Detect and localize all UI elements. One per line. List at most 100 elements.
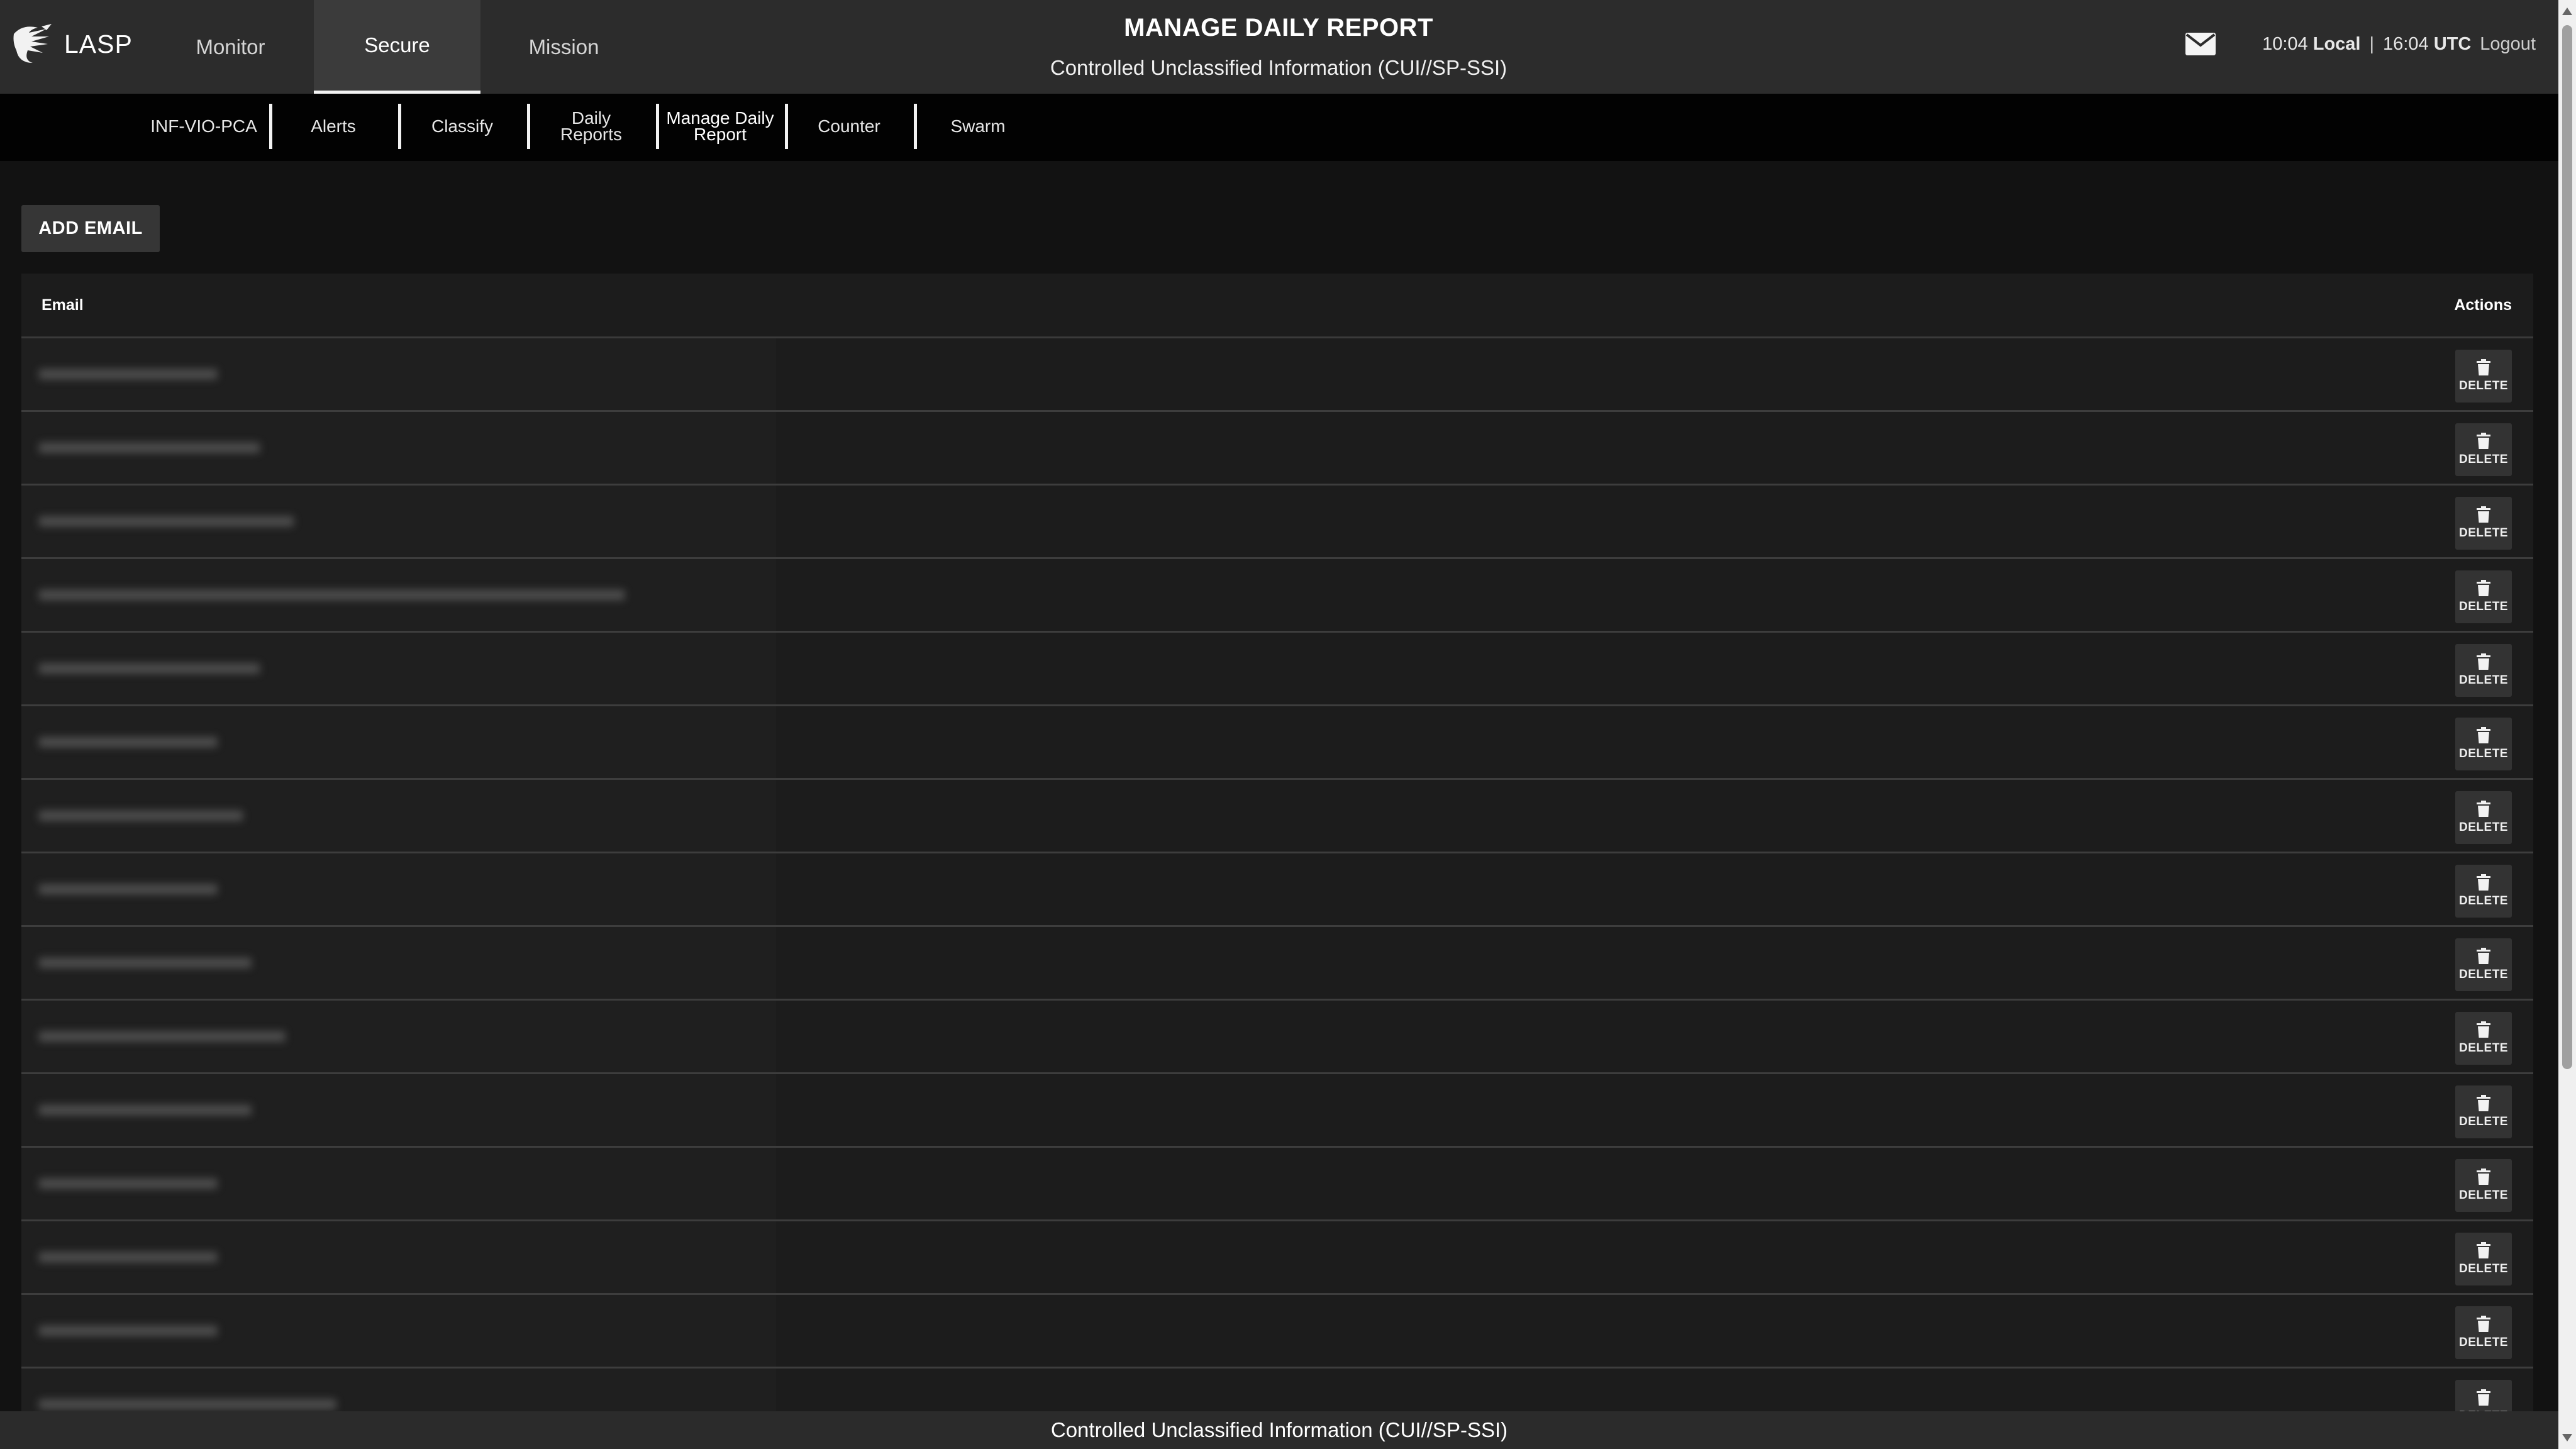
sub-nav: INF-VIO-PCA Alerts Classify Daily Report… — [0, 94, 2558, 161]
delete-label: DELETE — [2459, 674, 2508, 687]
trash-icon — [2477, 1095, 2490, 1111]
delete-button[interactable]: DELETE — [2455, 865, 2512, 918]
table-row: xxxxxxxxxxxxxxxxxxxxx DELETE — [21, 1221, 2533, 1295]
email-cell: xxxxxxxxxxxxxxxxxxxxxxxxxx — [39, 658, 260, 677]
subtab-classify[interactable]: Classify — [398, 104, 526, 149]
delete-button[interactable]: DELETE — [2455, 1012, 2512, 1065]
header-center: MANAGE DAILY REPORT Controlled Unclassif… — [912, 14, 1645, 80]
table-header: Email Actions — [21, 274, 2533, 338]
header-right: 10:04 Local | 16:04 UTC Logout — [2184, 31, 2536, 57]
email-cell: xxxxxxxxxxxxxxxxxxxxxxxxxxxxxxxxxxxxxxxx… — [39, 584, 625, 603]
delete-button[interactable]: DELETE — [2455, 497, 2512, 550]
email-cell: xxxxxxxxxxxxxxxxxxxxxxxxxxxxxxxxxxx — [39, 1394, 336, 1412]
table-body: xxxxxxxxxxxxxxxxxxxxx DELETE xxxxxxxxxxxxx… — [21, 338, 2533, 1412]
utc-time-display: 16:04 UTC — [2383, 34, 2471, 55]
app-name: LASP — [64, 29, 133, 58]
delete-label: DELETE — [2459, 1041, 2508, 1055]
email-cell: xxxxxxxxxxxxxxxxxxxxxxxxx — [39, 1099, 252, 1118]
delete-label: DELETE — [2459, 1336, 2508, 1349]
delete-button[interactable]: DELETE — [2455, 1159, 2512, 1212]
time-separator: | — [2369, 33, 2375, 54]
trash-icon — [2477, 948, 2490, 964]
table-row: xxxxxxxxxxxxxxxxxxxxxxxxxx DELETE — [21, 412, 2533, 486]
table-row: xxxxxxxxxxxxxxxxxxxxx DELETE — [21, 1148, 2533, 1221]
table-row: xxxxxxxxxxxxxxxxxxxxxxxxx DELETE — [21, 1074, 2533, 1148]
mail-icon[interactable] — [2184, 31, 2217, 57]
trash-icon — [2477, 433, 2490, 449]
table-row: xxxxxxxxxxxxxxxxxxxxxxxx DELETE — [21, 780, 2533, 853]
app-logo[interactable]: LASP — [10, 21, 133, 67]
email-cell: xxxxxxxxxxxxxxxxxxxxx — [39, 1320, 218, 1339]
tab-secure[interactable]: Secure — [314, 0, 480, 94]
table-row: xxxxxxxxxxxxxxxxxxxxx DELETE — [21, 706, 2533, 780]
delete-button[interactable]: DELETE — [2455, 1380, 2512, 1412]
email-cell: xxxxxxxxxxxxxxxxxxxxxxxx — [39, 805, 243, 824]
trash-icon — [2477, 580, 2490, 596]
email-cell: xxxxxxxxxxxxxxxxxxxxx — [39, 731, 218, 750]
table-row: xxxxxxxxxxxxxxxxxxxxxxxxxxxxxxxxxxxxxxxx… — [21, 559, 2533, 633]
table-row: xxxxxxxxxxxxxxxxxxxxxxxxxxxxx DELETE — [21, 1001, 2533, 1074]
page-title: MANAGE DAILY REPORT — [1124, 14, 1433, 42]
scrollbar-thumb[interactable] — [2562, 25, 2572, 1069]
local-label: Local — [2312, 33, 2361, 54]
delete-button[interactable]: DELETE — [2455, 791, 2512, 844]
subtab-alerts[interactable]: Alerts — [269, 104, 397, 149]
table-row: xxxxxxxxxxxxxxxxxxxxxxxxxx DELETE — [21, 633, 2533, 706]
local-time-display: 10:04 Local — [2262, 34, 2360, 55]
top-nav: Monitor Secure Mission — [147, 0, 647, 94]
page-scrollbar[interactable] — [2558, 0, 2576, 1449]
delete-button[interactable]: DELETE — [2455, 423, 2512, 476]
delete-label: DELETE — [2459, 453, 2508, 466]
email-cell: xxxxxxxxxxxxxxxxxxxxxxxxxxxxxx — [39, 511, 294, 530]
tab-mission[interactable]: Mission — [480, 0, 647, 94]
lasp-logo-icon — [13, 24, 52, 63]
delete-label: DELETE — [2459, 894, 2508, 908]
subtab-swarm[interactable]: Swarm — [914, 104, 1042, 149]
table-row: xxxxxxxxxxxxxxxxxxxxxxxxxxxxxx DELETE — [21, 486, 2533, 559]
email-cell: xxxxxxxxxxxxxxxxxxxxxxxxxxxxx — [39, 1026, 286, 1045]
subtab-inf-vio-pca[interactable]: INF-VIO-PCA — [140, 104, 268, 149]
trash-icon — [2477, 1169, 2490, 1185]
delete-button[interactable]: DELETE — [2455, 644, 2512, 697]
subtab-manage-daily-report[interactable]: Manage Daily Report — [656, 104, 784, 149]
email-cell: xxxxxxxxxxxxxxxxxxxxxxxxx — [39, 952, 252, 971]
delete-button[interactable]: DELETE — [2455, 1085, 2512, 1138]
delete-button[interactable]: DELETE — [2455, 718, 2512, 770]
delete-button[interactable]: DELETE — [2455, 1306, 2512, 1359]
trash-icon — [2477, 653, 2490, 670]
delete-label: DELETE — [2459, 1262, 2508, 1275]
local-time: 10:04 — [2262, 33, 2308, 54]
scroll-down-arrow-icon[interactable] — [2562, 1434, 2572, 1441]
classification-banner-top: Controlled Unclassified Information (CUI… — [1050, 56, 1507, 79]
header-bar: LASP Monitor Secure Mission MANAGE DAILY… — [0, 0, 2576, 94]
delete-label: DELETE — [2459, 600, 2508, 613]
utc-time: 16:04 — [2383, 33, 2429, 54]
classification-banner-bottom: Controlled Unclassified Information (CUI… — [0, 1411, 2558, 1449]
delete-label: DELETE — [2459, 1115, 2508, 1128]
tab-monitor[interactable]: Monitor — [147, 0, 314, 94]
trash-icon — [2477, 359, 2490, 375]
trash-icon — [2477, 874, 2490, 891]
delete-button[interactable]: DELETE — [2455, 350, 2512, 402]
add-email-button[interactable]: ADD EMAIL — [21, 205, 160, 252]
trash-icon — [2477, 506, 2490, 523]
delete-label: DELETE — [2459, 379, 2508, 392]
delete-button[interactable]: DELETE — [2455, 1233, 2512, 1285]
delete-button[interactable]: DELETE — [2455, 938, 2512, 991]
column-header-actions: Actions — [2454, 296, 2512, 314]
delete-label: DELETE — [2459, 747, 2508, 760]
trash-icon — [2477, 1316, 2490, 1332]
scroll-up-arrow-icon[interactable] — [2562, 8, 2572, 15]
email-cell: xxxxxxxxxxxxxxxxxxxxx — [39, 1246, 218, 1265]
email-table: Email Actions xxxxxxxxxxxxxxxxxxxxx DELET… — [21, 274, 2533, 1412]
subtab-daily-reports[interactable]: Daily Reports — [527, 104, 655, 149]
subtab-counter[interactable]: Counter — [785, 104, 913, 149]
utc-label: UTC — [2433, 33, 2472, 54]
trash-icon — [2477, 801, 2490, 817]
delete-button[interactable]: DELETE — [2455, 570, 2512, 623]
table-row: xxxxxxxxxxxxxxxxxxxxxxxxx DELETE — [21, 927, 2533, 1001]
email-cell: xxxxxxxxxxxxxxxxxxxxxxxxxx — [39, 437, 260, 456]
trash-icon — [2477, 1389, 2490, 1406]
logout-link[interactable]: Logout — [2480, 34, 2536, 55]
trash-icon — [2477, 727, 2490, 743]
